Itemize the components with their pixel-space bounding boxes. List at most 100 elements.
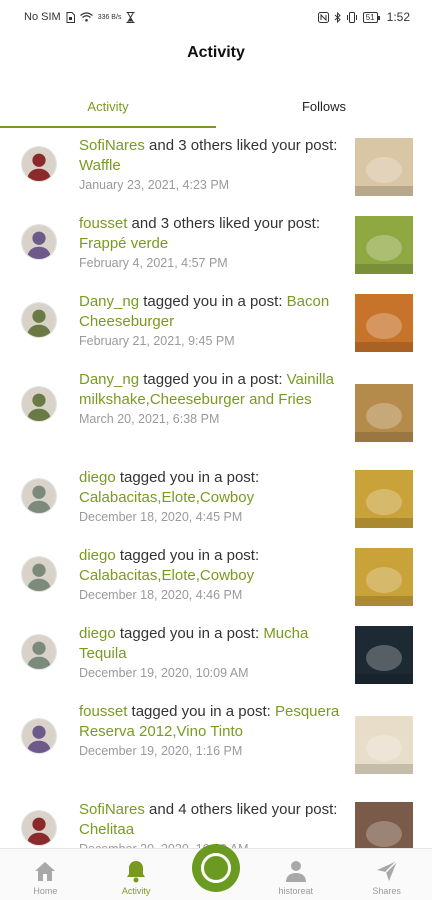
camera-button[interactable] <box>191 844 240 892</box>
activity-action: tagged you in a post: <box>127 703 275 720</box>
activity-post-name[interactable]: Waffle <box>79 157 121 174</box>
activity-item[interactable]: diego tagged you in a post: Calabacitas,… <box>0 462 432 540</box>
nav-shares-label: Shares <box>372 886 401 896</box>
activity-date: December 19, 2020, 1:16 PM <box>79 744 243 758</box>
avatar[interactable] <box>21 556 57 592</box>
activity-item[interactable]: diego tagged you in a post: Calabacitas,… <box>0 540 432 618</box>
activity-username[interactable]: SofiNares <box>79 137 145 154</box>
post-thumbnail[interactable] <box>355 548 413 606</box>
activity-post-name[interactable]: Frappé verde <box>79 235 168 252</box>
tab-activity[interactable]: Activity <box>0 84 216 128</box>
activity-item[interactable]: SofiNares and 3 others liked your post: … <box>0 130 432 208</box>
post-thumbnail[interactable] <box>355 138 413 196</box>
page-title: Activity <box>187 44 245 61</box>
avatar-photo <box>22 303 56 337</box>
nav-activity-label: Activity <box>121 886 151 896</box>
activity-item[interactable]: diego tagged you in a post: Mucha Tequil… <box>0 618 432 696</box>
post-photo <box>355 470 413 528</box>
activity-username[interactable]: diego <box>79 469 116 486</box>
send-icon <box>376 860 398 881</box>
avatar[interactable] <box>21 718 57 754</box>
activity-username[interactable]: fousset <box>79 215 127 232</box>
activity-text: Dany_ng tagged you in a post: Vainilla m… <box>79 370 341 427</box>
activity-post-name[interactable]: Calabacitas,Elote,Cowboy <box>79 567 254 584</box>
battery-icon: 51 <box>362 11 380 23</box>
activity-item[interactable]: Dany_ng tagged you in a post: Bacon Chee… <box>0 286 432 364</box>
post-photo <box>355 384 413 442</box>
post-photo <box>355 626 413 684</box>
activity-text: diego tagged you in a post: Calabacitas,… <box>79 546 341 603</box>
activity-username[interactable]: Dany_ng <box>79 371 139 388</box>
hourglass-icon <box>126 11 135 23</box>
nav-home-label: Home <box>33 886 58 896</box>
avatar[interactable] <box>21 302 57 338</box>
activity-item[interactable]: fousset tagged you in a post: Pesquera R… <box>0 696 432 794</box>
activity-date: December 19, 2020, 10:09 AM <box>79 666 249 680</box>
activity-text: SofiNares and 4 others liked your post: … <box>79 800 341 848</box>
avatar[interactable] <box>21 478 57 514</box>
post-thumbnail[interactable] <box>355 216 413 274</box>
activity-text: SofiNares and 3 others liked your post: … <box>79 136 341 193</box>
nav-activity[interactable]: Activity <box>101 858 171 896</box>
status-right: 51 1:52 <box>317 10 410 24</box>
activity-post-name[interactable]: Chelitaa <box>79 821 134 838</box>
activity-action: and 4 others liked your post: <box>144 801 338 818</box>
activity-item[interactable]: SofiNares and 4 others liked your post: … <box>0 794 432 848</box>
post-photo <box>355 548 413 606</box>
activity-text: diego tagged you in a post: Calabacitas,… <box>79 468 341 525</box>
activity-item[interactable]: Dany_ng tagged you in a post: Vainilla m… <box>0 364 432 462</box>
activity-item[interactable]: fousset and 3 others liked your post: Fr… <box>0 208 432 286</box>
post-thumbnail[interactable] <box>355 716 413 774</box>
wifi-icon <box>79 12 93 22</box>
avatar-photo <box>22 225 56 259</box>
avatar-photo <box>22 811 56 845</box>
activity-username[interactable]: diego <box>79 625 116 642</box>
post-thumbnail[interactable] <box>355 294 413 352</box>
activity-username[interactable]: diego <box>79 547 116 564</box>
activity-text: fousset and 3 others liked your post: Fr… <box>79 214 341 271</box>
activity-username[interactable]: Dany_ng <box>79 293 139 310</box>
avatar[interactable] <box>21 810 57 846</box>
activity-list[interactable]: SofiNares and 3 others liked your post: … <box>0 130 432 848</box>
activity-action: tagged you in a post: <box>115 469 260 486</box>
activity-action: tagged you in a post: <box>115 625 264 642</box>
activity-username[interactable]: SofiNares <box>79 801 145 818</box>
activity-date: December 18, 2020, 4:45 PM <box>79 510 243 524</box>
status-bar: No SIM 336 B/s 51 1:52 <box>0 0 432 34</box>
post-thumbnail[interactable] <box>355 470 413 528</box>
post-thumbnail[interactable] <box>355 384 413 442</box>
bluetooth-icon <box>334 11 341 23</box>
avatar[interactable] <box>21 224 57 260</box>
nav-profile-label: historeat <box>278 886 314 896</box>
activity-username[interactable]: fousset <box>79 703 127 720</box>
nav-home[interactable]: Home <box>10 858 80 896</box>
activity-date: January 23, 2021, 4:23 PM <box>79 178 230 192</box>
activity-post-name[interactable]: Calabacitas,Elote,Cowboy <box>79 489 254 506</box>
avatar-photo <box>22 719 56 753</box>
activity-text: fousset tagged you in a post: Pesquera R… <box>79 702 341 759</box>
post-photo <box>355 138 413 196</box>
activity-date: February 21, 2021, 9:45 PM <box>79 334 235 348</box>
person-icon <box>285 861 306 882</box>
activity-text: diego tagged you in a post: Mucha Tequil… <box>79 624 341 681</box>
bottom-nav: Home Activity historeat Shares <box>0 844 432 900</box>
nav-shares[interactable]: Shares <box>352 858 422 896</box>
avatar-photo <box>22 387 56 421</box>
avatar[interactable] <box>21 386 57 422</box>
avatar[interactable] <box>21 146 57 182</box>
vibrate-icon <box>346 11 358 23</box>
activity-action: and 3 others liked your post: <box>127 215 320 232</box>
activity-action: and 3 others liked your post: <box>144 137 338 154</box>
post-thumbnail[interactable] <box>355 626 413 684</box>
tab-follows[interactable]: Follows <box>216 84 432 128</box>
avatar[interactable] <box>21 634 57 670</box>
home-icon <box>35 862 56 881</box>
shutter-ring-icon <box>200 853 231 883</box>
post-thumbnail[interactable] <box>355 802 413 848</box>
avatar-photo <box>22 479 56 513</box>
nav-profile[interactable]: historeat <box>261 858 331 896</box>
activity-action: tagged you in a post: <box>115 547 260 564</box>
activity-action: tagged you in a post: <box>139 371 287 388</box>
network-speed: 336 B/s <box>97 13 122 21</box>
activity-action: tagged you in a post: <box>139 293 287 310</box>
